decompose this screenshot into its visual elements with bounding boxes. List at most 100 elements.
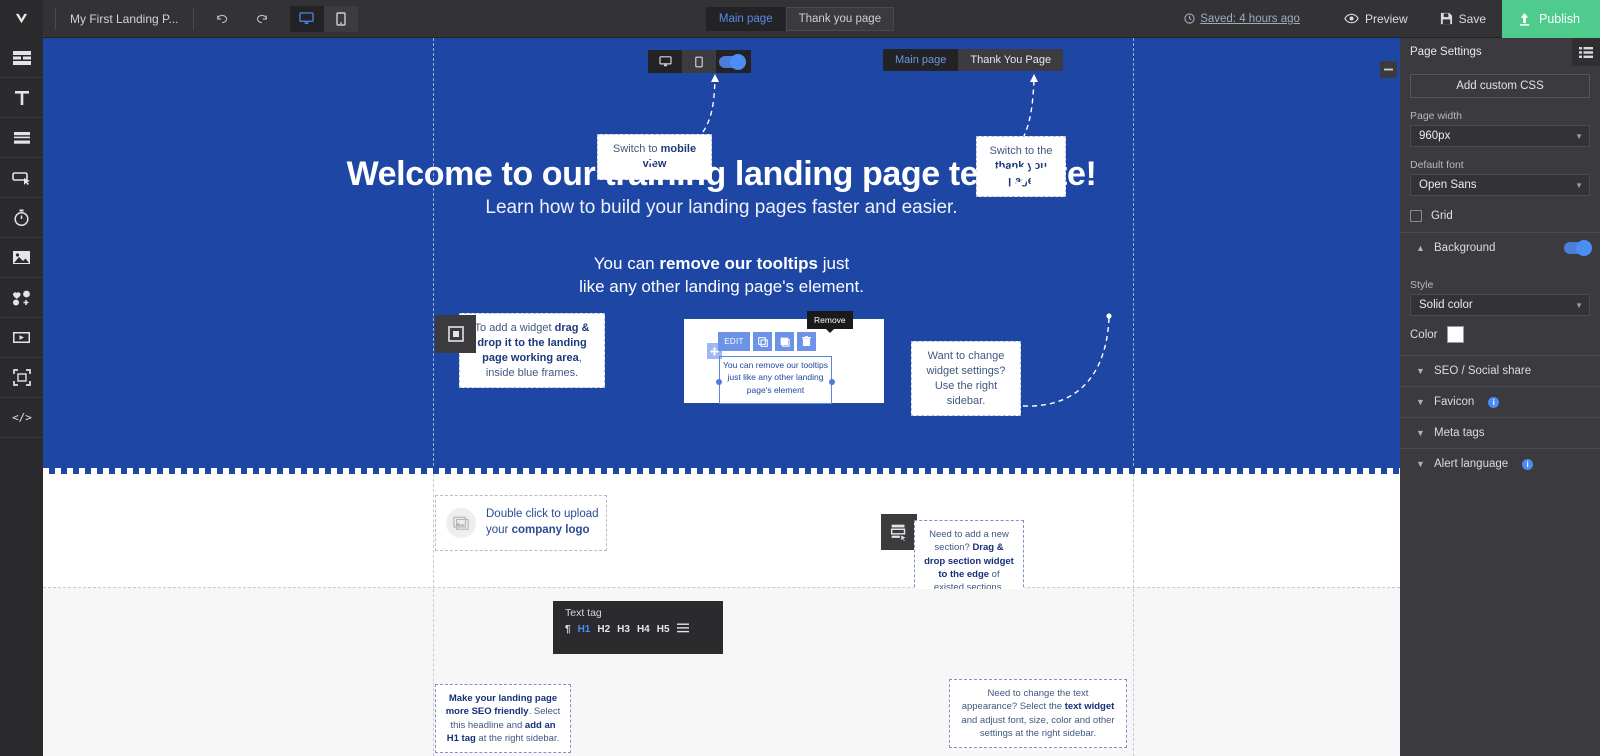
seo-social-share-accordion[interactable]: ▼ SEO / Social share bbox=[1400, 355, 1600, 386]
info-icon[interactable]: i bbox=[1522, 458, 1534, 470]
resize-handle-left[interactable] bbox=[716, 379, 722, 385]
alert-language-accordion[interactable]: ▼ Alert language i bbox=[1400, 448, 1600, 479]
text-icon[interactable] bbox=[0, 78, 43, 118]
tooltip-widget-settings[interactable]: Want to change widget settings? Use the … bbox=[911, 341, 1021, 417]
minimize-icon[interactable] bbox=[1380, 61, 1397, 78]
selected-widget-line3: page's element bbox=[746, 384, 805, 395]
tooltip-text-appearance[interactable]: Need to change the text appearance? Sele… bbox=[949, 679, 1127, 749]
top-right-actions: Saved: 4 hours ago Preview Save Publish bbox=[1184, 0, 1600, 38]
frame-guide-right-sec3 bbox=[1133, 589, 1134, 756]
page-settings-panel: Page Settings Add custom CSS Page width … bbox=[1400, 38, 1600, 756]
background-label: Background bbox=[1434, 242, 1496, 254]
logo-upload-line2a: your bbox=[486, 524, 512, 536]
hero-section[interactable]: Main page Thank You Page Switch to mobil… bbox=[43, 38, 1400, 474]
text-tag-h2[interactable]: H2 bbox=[597, 624, 610, 635]
copy-icon[interactable] bbox=[753, 332, 772, 351]
tooltip-switch-mobile-text-a: Switch to bbox=[612, 143, 661, 155]
logo-upload-placeholder[interactable]: Double click to upload your company logo bbox=[435, 495, 607, 551]
info-icon[interactable]: i bbox=[1488, 396, 1500, 408]
logo-section[interactable]: Double click to upload your company logo… bbox=[43, 474, 1400, 603]
image-icon[interactable] bbox=[0, 238, 43, 278]
favicon-accordion[interactable]: ▼ Favicon i bbox=[1400, 386, 1600, 417]
panel-sections: ▼ SEO / Social share ▼ Favicon i ▼ Meta … bbox=[1400, 355, 1600, 479]
canvas-tab-main-page[interactable]: Main page bbox=[883, 49, 959, 71]
canvas-view-switch-toggle[interactable] bbox=[719, 53, 746, 70]
selected-widget-text[interactable]: You can remove our tooltips just like an… bbox=[719, 356, 832, 404]
tooltip-seo[interactable]: Make your landing page more SEO friendly… bbox=[435, 684, 571, 754]
text-tag-popup[interactable]: Text tag ¶ H1 H2 H3 H4 H5 bbox=[553, 601, 723, 654]
floppy-disk-icon bbox=[1440, 12, 1453, 25]
color-swatch[interactable] bbox=[1447, 326, 1465, 343]
background-toggle[interactable] bbox=[1564, 240, 1592, 256]
duplicate-icon[interactable] bbox=[775, 332, 794, 351]
alert-language-label: Alert language bbox=[1434, 458, 1509, 470]
favicon-label: Favicon bbox=[1434, 396, 1475, 408]
canvas-mobile-icon[interactable] bbox=[682, 50, 716, 73]
meta-tags-accordion[interactable]: ▼ Meta tags bbox=[1400, 417, 1600, 448]
section-widget-icon[interactable] bbox=[881, 514, 917, 550]
saved-status[interactable]: Saved: 4 hours ago bbox=[1184, 13, 1300, 25]
panel-title: Page Settings bbox=[1410, 46, 1482, 58]
color-row: Color bbox=[1410, 326, 1590, 343]
grid-checkbox[interactable] bbox=[1410, 210, 1422, 222]
remove-tooltip: Remove bbox=[807, 311, 853, 333]
widget-placeholder-icon[interactable] bbox=[435, 315, 476, 353]
publish-button[interactable]: Publish bbox=[1502, 0, 1600, 38]
tab-main-page[interactable]: Main page bbox=[705, 6, 786, 31]
background-accordion[interactable]: ▲ Background bbox=[1400, 232, 1600, 263]
background-settings: Style Solid color ▼ Color bbox=[1400, 263, 1600, 343]
save-button[interactable]: Save bbox=[1424, 0, 1502, 38]
redo-icon[interactable] bbox=[248, 7, 274, 31]
default-font-select[interactable]: Open Sans ▼ bbox=[1410, 174, 1590, 196]
code-icon[interactable]: </> bbox=[0, 398, 43, 438]
tab-thank-you-page[interactable]: Thank you page bbox=[785, 6, 895, 31]
publish-label: Publish bbox=[1539, 11, 1580, 26]
canvas-page-tabs: Main page Thank You Page bbox=[883, 49, 1064, 71]
list-icon[interactable] bbox=[676, 623, 689, 636]
style-select[interactable]: Solid color ▼ bbox=[1410, 294, 1590, 316]
video-icon[interactable] bbox=[0, 318, 43, 358]
editor-canvas[interactable]: Main page Thank You Page Switch to mobil… bbox=[43, 38, 1400, 756]
list-menu-icon[interactable] bbox=[1572, 38, 1600, 66]
page-width-select[interactable]: 960px ▼ bbox=[1410, 125, 1590, 147]
desktop-icon[interactable] bbox=[289, 5, 324, 32]
mobile-icon[interactable] bbox=[323, 5, 358, 32]
button-icon[interactable] bbox=[0, 158, 43, 198]
text-tag-h4[interactable]: H4 bbox=[637, 624, 650, 635]
selected-widget-line2: just like any other landing bbox=[727, 372, 824, 383]
add-custom-css-button[interactable]: Add custom CSS bbox=[1410, 74, 1590, 98]
preview-button[interactable]: Preview bbox=[1328, 0, 1424, 38]
brand-logo-button[interactable] bbox=[0, 0, 43, 38]
frame-guide-left-sec3 bbox=[433, 589, 434, 756]
hero-mid-a: You can bbox=[593, 254, 660, 273]
canvas-tab-thank-you-page[interactable]: Thank You Page bbox=[958, 49, 1064, 71]
resize-handle-right[interactable] bbox=[829, 379, 835, 385]
section-icon[interactable] bbox=[0, 358, 43, 398]
tooltip-seo-d: at the right sidebar. bbox=[475, 732, 560, 744]
social-icon[interactable] bbox=[0, 278, 43, 318]
left-widget-toolbar: </> bbox=[0, 38, 43, 756]
grid-checkbox-row[interactable]: Grid bbox=[1410, 210, 1590, 222]
undo-redo-group bbox=[210, 7, 274, 31]
timer-icon[interactable] bbox=[0, 198, 43, 238]
grid-label: Grid bbox=[1431, 210, 1453, 222]
hero-headline[interactable]: Welcome to our training landing page tem… bbox=[43, 155, 1400, 194]
form-icon[interactable] bbox=[0, 118, 43, 158]
hero-mid-text[interactable]: You can remove our tooltips just like an… bbox=[43, 253, 1400, 299]
text-tag-h5[interactable]: H5 bbox=[657, 624, 670, 635]
undo-icon[interactable] bbox=[210, 7, 236, 31]
trash-icon[interactable] bbox=[797, 332, 816, 351]
chevron-up-icon: ▲ bbox=[1416, 243, 1425, 253]
text-tag-paragraph[interactable]: ¶ bbox=[565, 624, 571, 635]
canvas-desktop-icon[interactable] bbox=[648, 50, 682, 73]
document-title[interactable]: My First Landing P... bbox=[55, 7, 194, 30]
device-view-toggle bbox=[289, 5, 358, 32]
canvas-device-toggle[interactable] bbox=[648, 50, 751, 73]
layout-blocks-icon[interactable] bbox=[0, 38, 43, 78]
text-tag-h1[interactable]: H1 bbox=[578, 624, 591, 635]
tooltip-add-widget[interactable]: To add a widget drag & drop it to the la… bbox=[459, 313, 605, 389]
hero-subheadline[interactable]: Learn how to build your landing pages fa… bbox=[43, 197, 1400, 219]
text-tag-h3[interactable]: H3 bbox=[617, 624, 630, 635]
widget-edit-button[interactable]: EDIT bbox=[718, 332, 750, 351]
page-tabs: Main page Thank you page bbox=[705, 6, 895, 31]
